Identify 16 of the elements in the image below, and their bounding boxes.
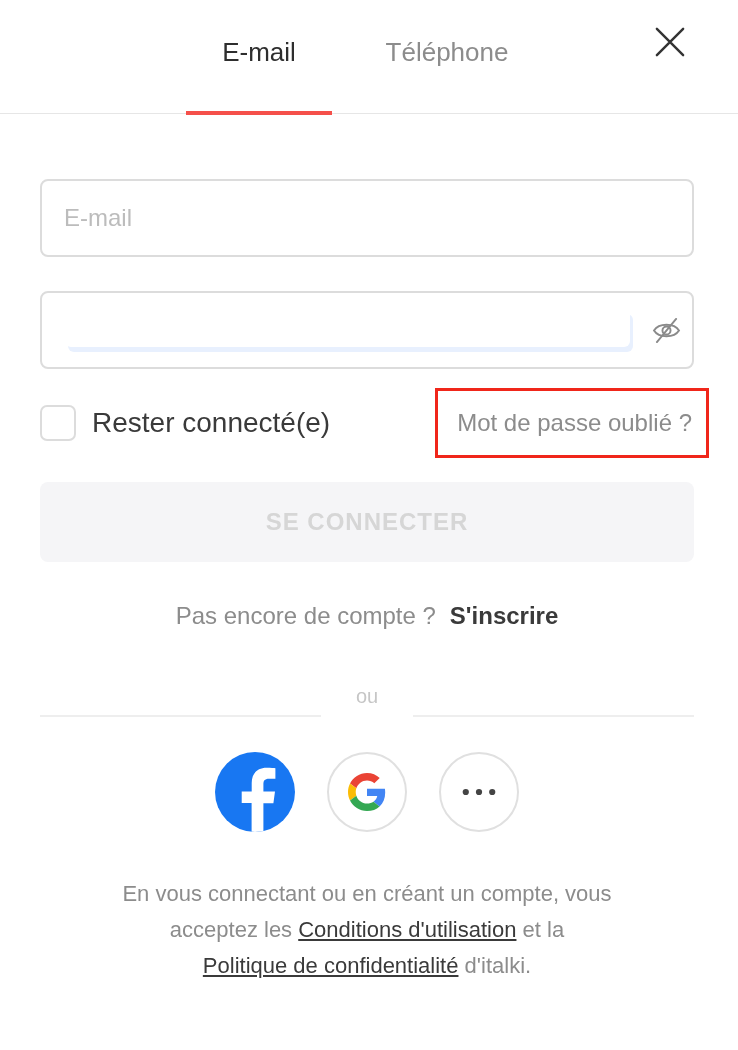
signup-prompt: Pas encore de compte ? <box>175 602 436 630</box>
eye-slash-icon[interactable] <box>652 317 681 343</box>
checkbox[interactable] <box>40 405 76 441</box>
signup-link[interactable]: S'inscrire <box>449 602 559 630</box>
email-field[interactable]: E-mail <box>40 179 694 257</box>
divider-label: ou <box>354 684 380 708</box>
more-icon <box>462 788 496 796</box>
close-icon[interactable] <box>655 27 685 57</box>
checkbox-label[interactable]: Rester connecté(e) <box>92 406 331 440</box>
legal-link[interactable]: Politique de confidentialité <box>202 953 459 978</box>
f-logo-icon <box>241 767 276 832</box>
legal-link[interactable]: Conditions d'utilisation <box>298 917 517 942</box>
tab[interactable]: E-mail <box>186 0 332 115</box>
legal-notice: En vous connectant ou en créant un compte, vous acceptez les Conditions d'utilisation et la Politique de confidentialité d'italki. <box>121 880 613 980</box>
password-field[interactable] <box>40 291 694 369</box>
google-icon <box>348 773 386 811</box>
